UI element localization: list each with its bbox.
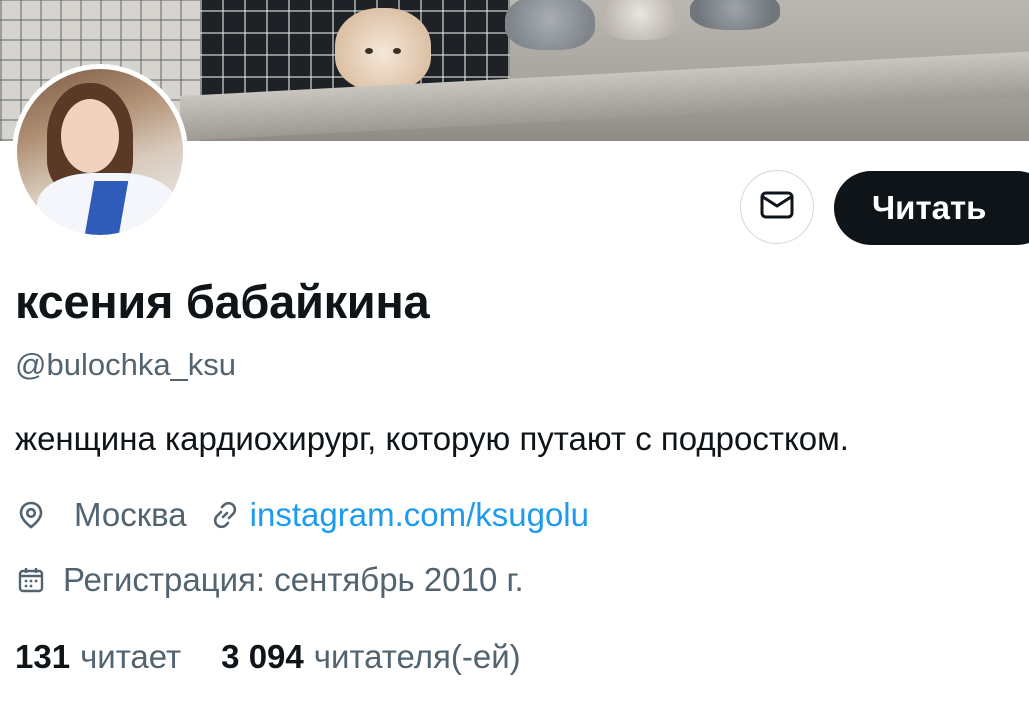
profile-bio: женщина кардиохирург, которую путают с п…	[15, 420, 849, 457]
followers-label: читателя(-ей)	[313, 638, 521, 675]
link-icon	[209, 499, 241, 531]
calendar-icon	[15, 564, 47, 596]
profile-stats: 131 читает 3 094 читателя(-ей)	[15, 638, 521, 676]
map-pin-icon	[15, 499, 47, 531]
avatar[interactable]	[12, 64, 188, 240]
banner-cat	[335, 8, 431, 90]
avatar-photo	[17, 69, 183, 235]
message-button[interactable]	[740, 170, 814, 244]
follow-button[interactable]: Читать	[834, 171, 1029, 245]
following-count: 131	[15, 638, 71, 675]
banner-cat	[505, 0, 595, 50]
banner-cat	[690, 0, 780, 30]
profile-joined-row: Регистрация: сентябрь 2010 г.	[15, 561, 524, 599]
joined-text: Регистрация: сентябрь 2010 г.	[63, 561, 524, 598]
followers-stat[interactable]: 3 094 читателя(-ей)	[221, 638, 520, 676]
followers-count: 3 094	[221, 638, 304, 675]
banner-cat	[600, 0, 680, 40]
envelope-icon	[760, 191, 794, 224]
user-handle: @bulochka_ksu	[15, 347, 237, 382]
following-stat[interactable]: 131 читает	[15, 638, 181, 676]
website-link[interactable]: instagram.com/ksugolu	[250, 496, 589, 534]
following-label: читает	[80, 638, 182, 675]
follow-button-label: Читать	[872, 189, 987, 226]
location-text: Москва	[74, 496, 187, 533]
display-name: ксения бабайкина	[15, 275, 430, 328]
profile-meta-row: Москва instagram.com/ksugolu	[15, 496, 589, 534]
